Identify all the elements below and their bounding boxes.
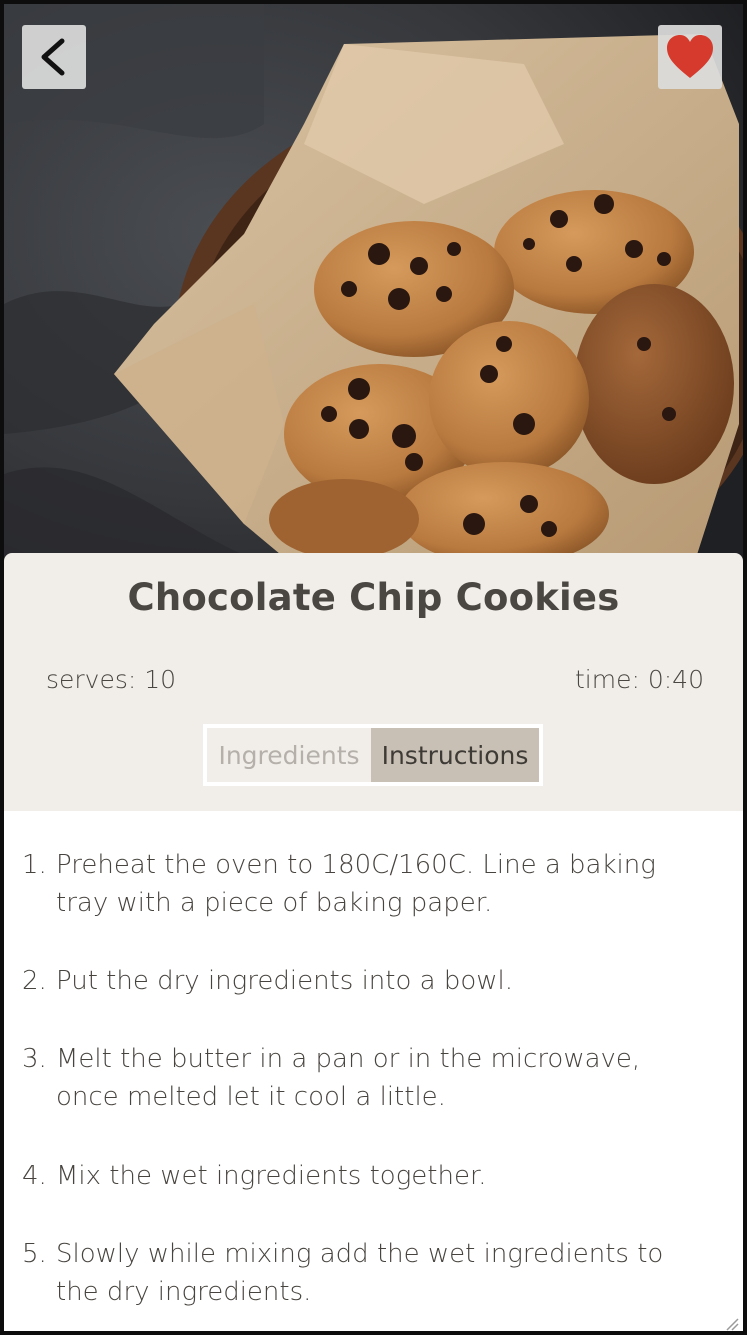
step-text: Put the dry ingredients into a bowl. <box>56 966 513 996</box>
step-number: 1. <box>22 850 47 880</box>
list-item: 2. Put the dry ingredients into a bowl. <box>22 962 702 1000</box>
step-number: 3. <box>22 1044 47 1074</box>
step-text: Melt the butter in a pan or in the micro… <box>56 1044 641 1112</box>
step-number: 5. <box>22 1239 47 1269</box>
step-text: Slowly while mixing add the wet ingredie… <box>56 1239 664 1307</box>
step-number: 4. <box>22 1161 47 1191</box>
step-number: 2. <box>22 966 47 996</box>
tab-ingredients[interactable]: Ingredients <box>207 728 371 782</box>
list-item: 1. Preheat the oven to 180C/160C. Line a… <box>22 846 702 922</box>
instructions-list: 1. Preheat the oven to 180C/160C. Line a… <box>4 811 743 1331</box>
favorite-button[interactable] <box>658 25 722 89</box>
recipe-tabs: Ingredients Instructions <box>203 724 543 786</box>
cook-time: time: 0:40 <box>575 665 704 694</box>
app-screen: Chocolate Chip Cookies serves: 10 time: … <box>0 0 747 1335</box>
list-item: 5. Slowly while mixing add the wet ingre… <box>22 1235 702 1311</box>
heart-icon <box>667 35 713 78</box>
recipe-info-card: Chocolate Chip Cookies serves: 10 time: … <box>4 553 743 811</box>
resize-handle-icon[interactable] <box>721 1313 739 1331</box>
chevron-left-icon <box>41 38 65 76</box>
back-button[interactable] <box>22 25 86 89</box>
step-text: Mix the wet ingredients together. <box>56 1161 487 1191</box>
recipe-title: Chocolate Chip Cookies <box>127 576 620 619</box>
list-item: 4. Mix the wet ingredients together. <box>22 1157 702 1195</box>
step-text: Preheat the oven to 180C/160C. Line a ba… <box>56 850 656 918</box>
list-item: 3. Melt the butter in a pan or in the mi… <box>22 1040 702 1116</box>
recipe-hero-image <box>4 4 743 574</box>
cookies-photo <box>4 4 743 574</box>
serves-count: serves: 10 <box>46 665 177 694</box>
tab-instructions[interactable]: Instructions <box>371 728 539 782</box>
